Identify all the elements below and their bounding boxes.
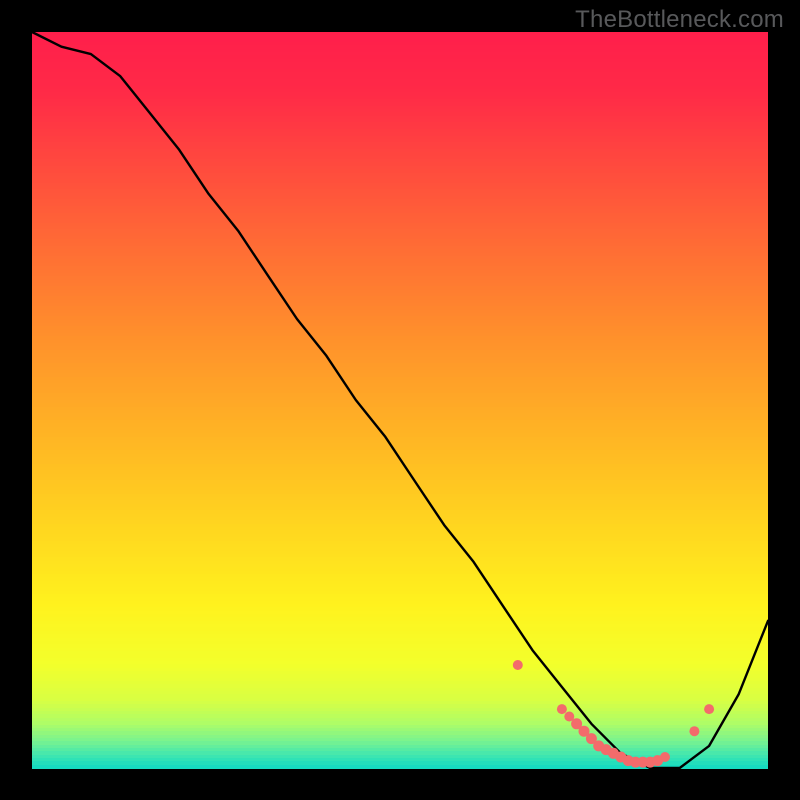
marker-dot [660, 752, 670, 762]
watermark-text: TheBottleneck.com [575, 6, 784, 34]
marker-dot [704, 704, 714, 714]
marker-dot [689, 726, 699, 736]
bottleneck-curve [32, 32, 768, 768]
chart-svg [32, 32, 768, 768]
optimal-range-dots [513, 660, 714, 768]
chart-plot-area [32, 32, 768, 768]
marker-dot [557, 704, 567, 714]
marker-dot [513, 660, 523, 670]
